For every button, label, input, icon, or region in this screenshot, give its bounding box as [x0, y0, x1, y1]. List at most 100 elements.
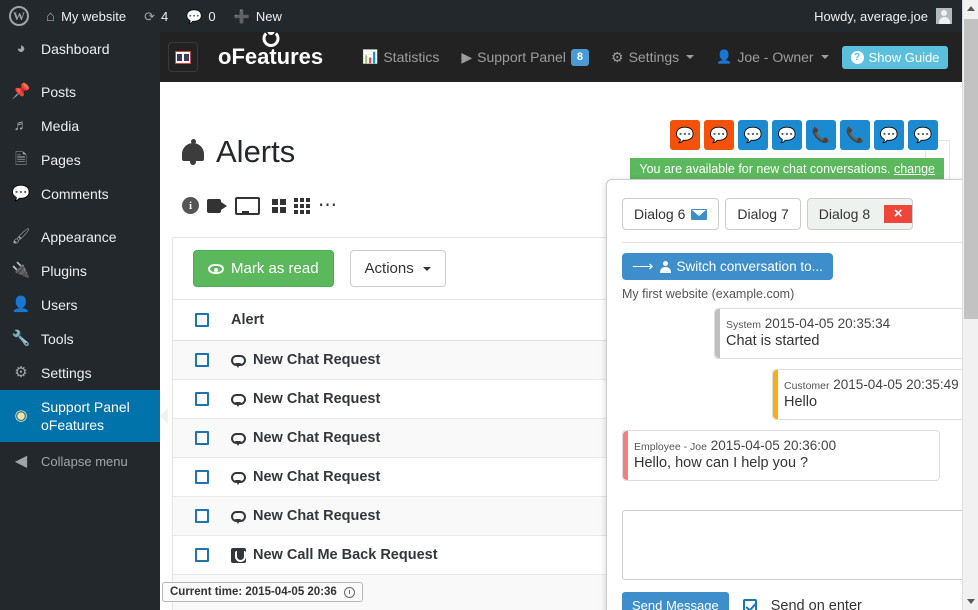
toolbar-item-statistics[interactable]: 📊 Statistics — [351, 49, 450, 65]
info-icon[interactable]: i — [182, 197, 199, 214]
sidebar-item-label: Dashboard — [41, 41, 110, 57]
mark-as-read-button[interactable]: Mark as read — [193, 250, 334, 287]
sidebar-item-comments[interactable]: 💬 Comments — [0, 177, 160, 211]
column-header-alert: Alert — [231, 312, 264, 328]
adminbar-item-comments[interactable]: 💬 0 — [177, 0, 224, 32]
comments-icon: 💬 — [11, 185, 31, 202]
grid-small-icon[interactable] — [294, 197, 310, 214]
chat-status-button-2[interactable]: 💬 — [704, 120, 734, 150]
row-checkbox[interactable] — [195, 509, 209, 523]
row-checkbox[interactable] — [195, 470, 209, 484]
adminbar-item-my-website[interactable]: ⌂ My website — [37, 0, 135, 32]
chat-status-button-1[interactable]: 💬 — [670, 120, 700, 150]
person-icon — [659, 260, 671, 273]
show-guide-button[interactable]: ? Show Guide — [841, 45, 949, 69]
collapse-menu-button[interactable]: ◀ Collapse menu — [0, 442, 160, 482]
support-panel-badge: 8 — [570, 48, 589, 66]
row-checkbox[interactable] — [195, 353, 209, 367]
switch-conversation-button[interactable]: ⟶ Switch conversation to... — [622, 253, 833, 280]
sidebar-item-media[interactable]: ♬ Media — [0, 109, 160, 143]
ellipsis-icon[interactable]: ⋯ — [318, 196, 338, 215]
row-checkbox-cell[interactable] — [173, 470, 231, 484]
gear-icon: ⚙ — [611, 48, 624, 65]
sidebar-item-dashboard[interactable]: ◕ Dashboard — [0, 32, 160, 66]
bell-icon — [182, 139, 204, 165]
browser-scrollbar[interactable] — [962, 0, 978, 610]
phone-icon: 📞 — [845, 127, 865, 144]
current-time-label: Current time: 2015-04-05 20:36 — [170, 586, 337, 598]
sidebar-item-users[interactable]: 👤 Users — [0, 288, 160, 322]
sidebar-item-label: Pages — [41, 152, 81, 168]
chat-bubble-icon: 💬 — [879, 127, 899, 144]
chat-bubble-icon: 💬 — [743, 127, 763, 144]
chat-status-button-3[interactable]: 💬 — [738, 120, 768, 150]
row-checkbox[interactable] — [195, 548, 209, 562]
sidebar-item-plugins[interactable]: 🔌 Plugins — [0, 254, 160, 288]
call-status-button-5[interactable]: 📞 — [806, 120, 836, 150]
toolbar-item-settings[interactable]: ⚙ Settings — [600, 49, 705, 66]
row-checkbox-cell[interactable] — [173, 548, 231, 562]
wordpress-logo-button[interactable] — [0, 0, 37, 32]
message-text: Hello — [784, 394, 818, 410]
sidebar-item-settings[interactable]: ⚙ Settings — [0, 356, 160, 390]
row-checkbox-cell[interactable] — [173, 353, 231, 367]
collapse-arrow-icon: ◀ — [14, 453, 28, 470]
sidebar-item-pages[interactable]: 🗎 Pages — [0, 143, 160, 177]
adminbar-item-new[interactable]: ➕ New — [225, 0, 291, 32]
row-checkbox-cell[interactable] — [173, 392, 231, 406]
plus-icon: ➕ — [233, 8, 250, 24]
chat-status-button-8[interactable]: 💬 — [908, 120, 938, 150]
scrollbar-thumb[interactable] — [964, 19, 978, 319]
adminbar-my-website-label: My website — [61, 8, 127, 24]
tab-label: Dialog 7 — [737, 206, 789, 222]
avatar-icon[interactable] — [936, 8, 952, 24]
row-checkbox[interactable] — [195, 392, 209, 406]
send-message-button[interactable]: Send Message — [622, 592, 729, 610]
row-content: New Chat Request — [231, 391, 380, 407]
row-content: New Call Me Back Request — [231, 547, 438, 563]
chat-status-button-7[interactable]: 💬 — [874, 120, 904, 150]
video-camera-icon[interactable] — [207, 198, 227, 213]
select-all-checkbox[interactable] — [195, 313, 209, 327]
adminbar-item-updates[interactable]: ⟳ 4 — [135, 0, 177, 32]
sidebar-item-tools[interactable]: 🔧 Tools — [0, 322, 160, 356]
select-all-checkbox-cell[interactable] — [173, 313, 231, 327]
row-checkbox[interactable] — [195, 431, 209, 445]
tab-dialog-6[interactable]: Dialog 6 — [622, 198, 720, 230]
grid-large-icon[interactable] — [272, 198, 286, 213]
chevron-down-icon — [422, 266, 431, 271]
scroll-up-arrow-icon[interactable] — [963, 0, 978, 17]
page-title: Alerts — [182, 134, 295, 170]
tabs-divider — [622, 242, 962, 243]
sidebar-item-support-panel[interactable]: ◉ Support Panel oFeatures — [0, 390, 160, 442]
send-on-enter-checkbox[interactable] — [742, 598, 757, 610]
toolbar-item-support-panel[interactable]: ▶ Support Panel 8 — [450, 48, 600, 66]
call-status-button-6[interactable]: 📞 — [840, 120, 870, 150]
dashboard-icon: ◕ — [16, 40, 26, 57]
tab-dialog-7[interactable]: Dialog 7 — [725, 198, 801, 230]
monitor-icon[interactable] — [235, 197, 260, 215]
scroll-down-arrow-icon[interactable] — [963, 593, 978, 610]
panel-toggle-button[interactable] — [168, 42, 198, 72]
actions-dropdown-button[interactable]: Actions — [349, 250, 446, 287]
row-checkbox-cell[interactable] — [173, 509, 231, 523]
send-on-enter-label: Send on enter — [770, 597, 862, 610]
row-checkbox-cell[interactable] — [173, 431, 231, 445]
sidebar-item-posts[interactable]: 📌 Posts — [0, 75, 160, 109]
chat-messages-area: System 2015-04-05 20:35:34 Chat is start… — [622, 308, 962, 503]
arrow-right-icon: ⟶ — [632, 258, 654, 275]
message-time: 2015-04-05 20:35:34 — [764, 316, 891, 331]
phone-icon: 📞 — [811, 127, 831, 144]
message-input[interactable] — [622, 510, 962, 580]
sidebar-item-appearance[interactable]: 🖌 Appearance — [0, 220, 160, 254]
close-icon[interactable]: × — [884, 205, 913, 223]
availability-change-link[interactable]: change — [894, 162, 935, 176]
howdy-label[interactable]: Howdy, average.joe — [814, 9, 928, 24]
update-icon: ⟳ — [144, 8, 155, 24]
tab-dialog-8[interactable]: Dialog 8 × — [806, 198, 914, 230]
row-label: New Chat Request — [253, 469, 381, 485]
toolbar-item-user[interactable]: 👤 Joe - Owner — [705, 49, 839, 65]
pages-icon: 🗎 — [14, 151, 28, 168]
chat-status-button-4[interactable]: 💬 — [772, 120, 802, 150]
actions-label: Actions — [364, 260, 414, 277]
